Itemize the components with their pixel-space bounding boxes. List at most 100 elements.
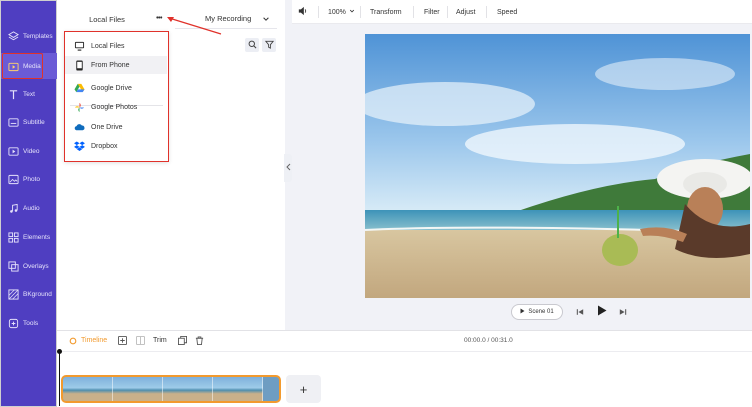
- dropdown-item-label: Google Photos: [91, 103, 138, 111]
- music-note-icon: [8, 203, 19, 214]
- timeline-label[interactable]: Timeline: [81, 337, 107, 344]
- dropdown-item-from-phone[interactable]: From Phone: [65, 56, 167, 74]
- clip-thumbnail: [113, 377, 163, 401]
- funnel-icon: [264, 36, 274, 54]
- dropdown-item-label: Google Drive: [91, 84, 132, 92]
- timeline-panel: Timeline Trim 00:00.0 / 00:31.0 +: [57, 330, 752, 407]
- background-icon: [8, 288, 19, 300]
- timeline-ruler[interactable]: [57, 351, 752, 359]
- top-toolbar: 100% Transform Filter Adjust Speed: [292, 0, 752, 24]
- sidebar-item-label: Text: [23, 90, 35, 98]
- clip-thumbnail: [213, 377, 263, 401]
- tools-icon: [8, 318, 19, 329]
- dropdown-item-one-drive[interactable]: One Drive: [65, 118, 167, 136]
- sidebar: Templates Media Text Subtitle Video Phot…: [0, 0, 57, 407]
- next-button[interactable]: [616, 305, 630, 319]
- phone-icon: [74, 59, 85, 71]
- sidebar-item-media[interactable]: Media: [1, 53, 57, 79]
- sidebar-item-label: Templates: [23, 32, 53, 40]
- sidebar-item-bkground[interactable]: BKground: [1, 281, 57, 307]
- toolbar-divider: [360, 6, 361, 18]
- monitor-icon: [74, 41, 85, 52]
- clip-thumbnail: [163, 377, 213, 401]
- skip-forward-icon: [619, 303, 627, 321]
- media-highlight-box: [2, 53, 43, 79]
- overlays-icon: [8, 260, 19, 272]
- video-preview[interactable]: [365, 34, 750, 298]
- annotation-arrow: [167, 17, 222, 35]
- dropdown-item-google-drive[interactable]: Google Drive: [65, 79, 167, 97]
- plus-square-icon: [117, 332, 127, 350]
- zoom-select[interactable]: 100%: [328, 0, 355, 24]
- elements-icon: [8, 231, 19, 243]
- timeline-time: 00:00.0 / 00:31.0: [464, 337, 513, 344]
- trim-button[interactable]: Trim: [153, 337, 167, 344]
- timeline-toggle[interactable]: [68, 336, 78, 346]
- add-scene-button[interactable]: [117, 336, 127, 346]
- collapse-panel-handle[interactable]: [284, 154, 292, 182]
- dropdown-item-label: Local Files: [91, 42, 125, 50]
- split-button[interactable]: [135, 336, 145, 346]
- sidebar-item-label: BKground: [23, 290, 52, 298]
- duplicate-button[interactable]: [177, 336, 187, 346]
- sidebar-item-overlays[interactable]: Overlays: [1, 253, 57, 279]
- speaker-icon: [298, 6, 308, 18]
- play-button[interactable]: [595, 305, 609, 319]
- sidebar-item-label: Overlays: [23, 262, 49, 270]
- split-icon: [135, 332, 145, 350]
- text-icon: [8, 89, 19, 100]
- clip-thumbnail: [63, 377, 113, 401]
- subtitle-icon: [8, 117, 19, 128]
- sidebar-item-photo[interactable]: Photo: [1, 166, 57, 192]
- volume-button[interactable]: [298, 0, 308, 24]
- sidebar-item-label: Elements: [23, 233, 51, 241]
- sidebar-item-video[interactable]: Video: [1, 138, 57, 164]
- sidebar-item-label: Audio: [23, 204, 40, 212]
- chevron-down-icon: [349, 8, 355, 16]
- dropdown-item-label: Dropbox: [91, 142, 118, 150]
- sidebar-item-label: Tools: [23, 319, 39, 327]
- scene-selector[interactable]: Scene 01: [511, 304, 563, 320]
- sidebar-item-tools[interactable]: Tools: [1, 310, 57, 336]
- sidebar-item-templates[interactable]: Templates: [1, 23, 57, 49]
- more-dots-icon: •••: [156, 15, 162, 22]
- video-clip[interactable]: [61, 375, 281, 403]
- dropdown-item-label: One Drive: [91, 123, 123, 131]
- video-icon: [8, 146, 19, 157]
- dropdown-item-dropbox[interactable]: Dropbox: [65, 137, 167, 155]
- tab-local-files[interactable]: Local Files: [66, 9, 148, 29]
- sidebar-item-label: Photo: [23, 175, 40, 183]
- delete-button[interactable]: [194, 336, 204, 346]
- playhead[interactable]: [57, 349, 62, 406]
- upload-source-dropdown: Local Files From Phone Google Drive Goog…: [64, 31, 169, 162]
- photo-icon: [8, 174, 19, 185]
- sidebar-item-subtitle[interactable]: Subtitle: [1, 109, 57, 135]
- dropdown-item-label: From Phone: [91, 61, 130, 69]
- skip-back-icon: [576, 303, 584, 321]
- sidebar-item-text[interactable]: Text: [1, 81, 57, 107]
- onedrive-icon: [74, 122, 85, 133]
- dropdown-item-local-files[interactable]: Local Files: [65, 37, 167, 55]
- search-button[interactable]: [245, 38, 259, 52]
- dropbox-icon: [74, 141, 85, 152]
- search-icon: [248, 36, 257, 54]
- speed-button[interactable]: Speed: [497, 0, 517, 24]
- toolbar-divider: [486, 6, 487, 18]
- trash-icon: [195, 332, 204, 350]
- previous-button[interactable]: [573, 305, 587, 319]
- adjust-button[interactable]: Adjust: [456, 0, 475, 24]
- transform-button[interactable]: Transform: [370, 0, 402, 24]
- sidebar-item-audio[interactable]: Audio: [1, 195, 57, 221]
- dropdown-item-google-photos[interactable]: Google Photos: [65, 98, 167, 116]
- add-clip-button[interactable]: +: [286, 375, 321, 403]
- toolbar-divider: [413, 6, 414, 18]
- toolbar-divider: [318, 6, 319, 18]
- play-icon: [597, 303, 607, 321]
- filter-tab-button[interactable]: Filter: [424, 0, 440, 24]
- sidebar-item-label: Subtitle: [23, 118, 45, 126]
- playhead-handle[interactable]: [57, 349, 62, 354]
- google-drive-icon: [74, 83, 85, 94]
- scene-label: Scene 01: [528, 309, 554, 315]
- sidebar-item-elements[interactable]: Elements: [1, 224, 57, 250]
- filter-button[interactable]: [262, 38, 276, 52]
